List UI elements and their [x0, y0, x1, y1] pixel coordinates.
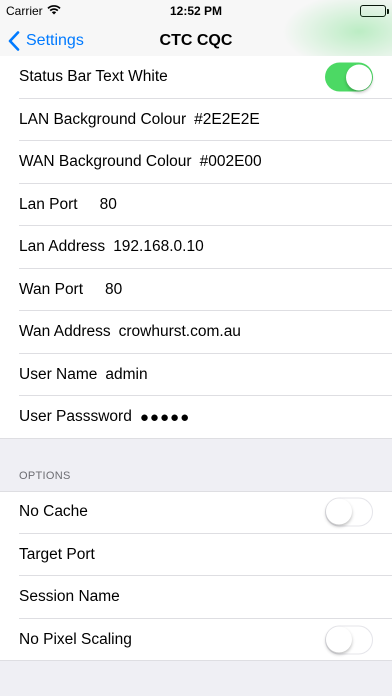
wan-background-colour-row[interactable]: WAN Background Colour #002E00: [0, 141, 392, 184]
target-port-label: Target Port: [19, 545, 95, 563]
wan-background-colour-label: WAN Background Colour: [19, 153, 192, 171]
toggle-knob: [345, 64, 372, 91]
toggle-knob: [326, 498, 352, 525]
lan-address-label: Lan Address: [19, 238, 106, 256]
no-pixel-scaling-label: No Pixel Scaling: [19, 630, 132, 648]
user-password-row[interactable]: User Passsword ●●●●●: [0, 396, 392, 439]
session-name-label: Session Name: [19, 588, 120, 606]
lan-address-row[interactable]: Lan Address 192.168.0.10: [0, 226, 392, 269]
user-password-value: ●●●●●: [139, 408, 191, 426]
options-section-header: OPTIONS: [19, 470, 71, 482]
user-name-row[interactable]: User Name admin: [0, 353, 392, 396]
no-cache-row: No Cache: [0, 491, 392, 534]
wan-address-label: Wan Address: [19, 323, 111, 341]
user-password-label: User Passsword: [19, 408, 132, 426]
wan-port-row[interactable]: Wan Port 80: [0, 268, 392, 311]
wan-address-row[interactable]: Wan Address crowhurst.com.au: [0, 311, 392, 354]
clock: 12:52 PM: [169, 4, 223, 18]
target-port-row[interactable]: Target Port: [0, 533, 392, 576]
no-cache-label: No Cache: [19, 503, 88, 521]
no-cache-toggle[interactable]: [325, 497, 373, 527]
options-group: No Cache Target Port Session Name No Pix…: [0, 491, 392, 661]
lan-background-colour-label: LAN Background Colour: [19, 110, 187, 128]
wan-port-value: 80: [105, 280, 123, 298]
lan-port-value: 80: [99, 195, 117, 213]
settings-group: Status Bar Text White LAN Background Col…: [0, 56, 392, 439]
status-bar: Carrier 12:52 PM: [0, 0, 392, 22]
status-bar-text-white-toggle[interactable]: [325, 62, 373, 92]
lan-port-label: Lan Port: [19, 195, 78, 213]
status-bar-text-white-label: Status Bar Text White: [19, 68, 168, 86]
wan-background-colour-value: #002E00: [199, 153, 262, 171]
lan-background-colour-row[interactable]: LAN Background Colour #2E2E2E: [0, 98, 392, 141]
wan-port-label: Wan Port: [19, 280, 84, 298]
no-pixel-scaling-toggle[interactable]: [325, 625, 373, 655]
status-bar-text-white-row: Status Bar Text White: [0, 56, 392, 99]
lan-background-colour-value: #2E2E2E: [194, 110, 260, 128]
lan-address-value: 192.168.0.10: [113, 238, 204, 256]
toggle-knob: [326, 626, 352, 653]
wan-address-value: crowhurst.com.au: [118, 323, 241, 341]
session-name-row[interactable]: Session Name: [0, 576, 392, 619]
user-name-label: User Name: [19, 365, 98, 383]
no-pixel-scaling-row: No Pixel Scaling: [0, 618, 392, 661]
lan-port-row[interactable]: Lan Port 80: [0, 183, 392, 226]
battery-icon: [360, 5, 389, 17]
page-title: CTC CQC: [159, 32, 233, 49]
user-name-value: admin: [105, 365, 148, 383]
navigation-bar: Settings CTC CQC: [0, 0, 392, 70]
